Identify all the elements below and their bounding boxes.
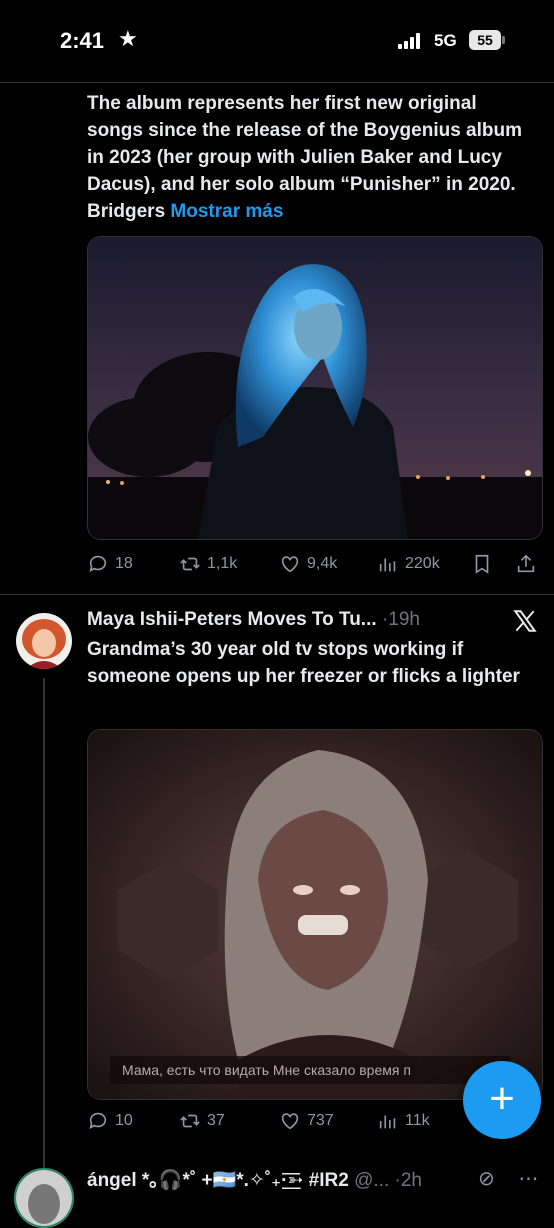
compose-button[interactable]: + xyxy=(463,1061,541,1139)
tweet-time[interactable]: 19h xyxy=(388,609,420,630)
tweet-divider xyxy=(0,594,554,595)
repost-count: 1,1k xyxy=(207,555,238,572)
thread-line xyxy=(43,678,45,1168)
avatar-2-image xyxy=(16,1170,72,1226)
tweet-text[interactable]: The album represents her first new origi… xyxy=(87,90,537,225)
share-button[interactable] xyxy=(515,550,537,578)
tweet-header: Maya Ishii-Peters Moves To Tu... ·19h xyxy=(87,609,420,631)
tweet2-text[interactable]: Grandma’s 30 year old tv stops working i… xyxy=(87,636,537,690)
tweet-photo-portrait xyxy=(88,237,542,539)
repost-button[interactable]: 37 xyxy=(179,1107,225,1135)
repost-count: 37 xyxy=(207,1112,225,1129)
status-time: 2:41 xyxy=(60,28,105,53)
like-button[interactable]: 737 xyxy=(279,1107,334,1135)
tweet3-time[interactable]: 2h xyxy=(401,1170,422,1191)
like-count: 9,4k xyxy=(307,555,338,572)
reply-icon xyxy=(89,1112,107,1129)
views-icon xyxy=(379,1115,396,1129)
battery-icon: 55 xyxy=(469,30,505,50)
views-icon xyxy=(379,558,396,572)
network-type: 5G xyxy=(434,31,457,50)
views-button[interactable]: 11k xyxy=(377,1107,430,1135)
top-divider xyxy=(0,82,554,83)
battery-level: 55 xyxy=(469,30,501,50)
heart-icon xyxy=(281,1113,299,1130)
heart-icon xyxy=(281,556,299,573)
reply-button[interactable]: 10 xyxy=(87,1107,133,1135)
tweet-image[interactable] xyxy=(87,236,543,540)
author-name[interactable]: Maya Ishii-Peters Moves To Tu... xyxy=(87,609,377,630)
repost-icon xyxy=(180,557,200,571)
tweet2-body: Grandma’s 30 year old tv stops working i… xyxy=(87,639,520,687)
reply-icon xyxy=(89,555,107,572)
tweet3-author[interactable]: ángel *｡🎧*˚ +🇦🇷*.✧˚₊·͟͟͞͞➳ #IR2 xyxy=(87,1170,349,1191)
status-bar: 2:41 ★ 5G 55 xyxy=(0,0,554,82)
reply-button[interactable]: 18 xyxy=(87,550,133,578)
star-icon: ★ xyxy=(118,26,138,51)
tweet3-header: ángel *｡🎧*˚ +🇦🇷*.✧˚₊·͟͟͞͞➳ #IR2 @... ·2h xyxy=(87,1165,422,1192)
views-button[interactable]: 220k xyxy=(377,550,440,578)
repost-button[interactable]: 1,1k xyxy=(179,550,237,578)
bookmark-icon xyxy=(475,554,489,574)
views-count: 220k xyxy=(405,555,440,572)
reply-count: 10 xyxy=(115,1112,133,1129)
repost-icon xyxy=(180,1114,200,1128)
tweet3-menu: ⊘ ⋯ xyxy=(478,1166,548,1192)
like-count: 737 xyxy=(307,1112,334,1129)
reply-count: 18 xyxy=(115,555,133,572)
tweet2-image[interactable] xyxy=(87,729,543,1100)
signal-icon xyxy=(398,33,424,49)
tweet3-handle[interactable]: @... xyxy=(354,1170,389,1191)
avatar[interactable] xyxy=(16,613,72,669)
tweet1-actions: 18 1,1k 9,4k 220k xyxy=(87,550,541,578)
tweet2-photo xyxy=(88,730,542,1099)
share-icon xyxy=(517,554,535,573)
more-options-icon[interactable]: ⋯ xyxy=(518,1168,538,1190)
grok-icon[interactable]: ⊘ xyxy=(478,1168,495,1190)
plus-icon: + xyxy=(489,1074,515,1123)
avatar-2[interactable] xyxy=(14,1168,74,1228)
like-button[interactable]: 9,4k xyxy=(279,550,337,578)
tweet-body: The album represents her first new origi… xyxy=(87,93,523,222)
bookmark-button[interactable] xyxy=(471,550,493,578)
show-more-link[interactable]: Mostrar más xyxy=(170,201,283,222)
x-logo-icon[interactable] xyxy=(512,608,538,634)
video-caption: Мама, есть что видать Мне сказало время … xyxy=(110,1056,510,1084)
avatar-image xyxy=(16,613,72,669)
views-count: 11k xyxy=(405,1112,430,1129)
